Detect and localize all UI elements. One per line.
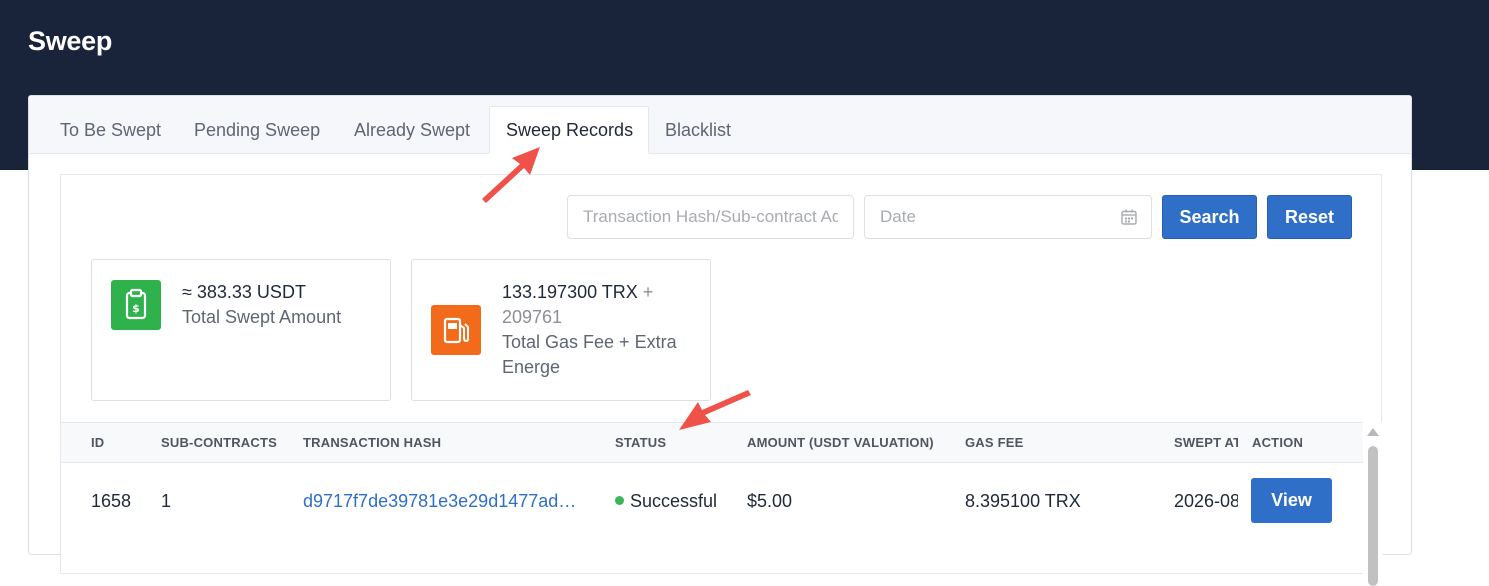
col-id: ID [91, 435, 105, 450]
total-gas-label: Total Gas Fee + Extra Energe [502, 332, 677, 377]
tab-sweep-records[interactable]: Sweep Records [489, 106, 649, 154]
col-status: STATUS [615, 435, 667, 450]
reset-button[interactable]: Reset [1267, 195, 1352, 239]
cell-gas-fee: 8.395100 TRX [965, 491, 1081, 511]
col-gas-fee: GAS FEE [965, 435, 1024, 450]
cell-id: 1658 [91, 491, 132, 511]
svg-text:$: $ [132, 302, 140, 315]
cell-status: Successful [615, 463, 717, 539]
main-card: To Be Swept Pending Sweep Already Swept … [28, 95, 1412, 586]
total-swept-value: ≈ 383.33 USDT [182, 282, 306, 302]
col-action: ACTION [1252, 435, 1304, 450]
records-panel: Search Reset $ ≈ 383.33 USDT Total Swept… [60, 174, 1383, 586]
cell-sub-contracts: 1 [161, 491, 172, 511]
calendar-icon [1121, 209, 1137, 225]
table-header: ID SUB-CONTRACTS TRANSACTION HASH STATUS… [61, 422, 1363, 463]
col-transaction-hash: TRANSACTION HASH [303, 435, 442, 450]
gas-pump-icon [431, 305, 481, 355]
tab-already-swept[interactable]: Already Swept [338, 106, 486, 154]
tx-hash-link[interactable]: d9717f7de39781e3e29d1477ad… [303, 463, 593, 539]
date-input[interactable] [864, 195, 1152, 239]
extra-energy-value: 209761 [502, 307, 563, 327]
tab-pending-sweep[interactable]: Pending Sweep [178, 106, 336, 154]
clipboard-dollar-icon: $ [111, 280, 161, 330]
search-button[interactable]: Search [1162, 195, 1257, 239]
scroll-up-arrow-icon[interactable] [1367, 428, 1379, 436]
search-input[interactable] [567, 195, 854, 239]
cell-swept-at: 2026-08 [1174, 491, 1238, 511]
view-button[interactable]: View [1251, 478, 1332, 523]
scroll-thumb[interactable] [1368, 446, 1378, 586]
tab-blacklist[interactable]: Blacklist [649, 106, 747, 154]
tab-bar: To Be Swept Pending Sweep Already Swept … [29, 96, 1411, 154]
page-title: Sweep [28, 26, 113, 56]
date-picker[interactable] [864, 195, 1152, 239]
col-swept-at: SWEPT AT [1174, 435, 1238, 450]
status-dot [615, 496, 624, 505]
total-swept-card: $ ≈ 383.33 USDT Total Swept Amount [91, 259, 391, 401]
table-row: 1658 1 d9717f7de39781e3e29d1477ad… Succe… [61, 463, 1363, 539]
tab-to-be-swept[interactable]: To Be Swept [44, 106, 177, 154]
total-gas-card: 133.197300 TRX + 209761 Total Gas Fee + … [411, 259, 711, 401]
col-amount: AMOUNT (USDT VALUATION) [747, 435, 934, 450]
col-sub-contracts: SUB-CONTRACTS [161, 435, 277, 450]
cell-amount: $5.00 [747, 491, 793, 511]
total-swept-label: Total Swept Amount [182, 307, 342, 327]
table-scrollbar[interactable] [1363, 422, 1383, 586]
total-gas-value: 133.197300 TRX + 209761 [502, 282, 654, 327]
